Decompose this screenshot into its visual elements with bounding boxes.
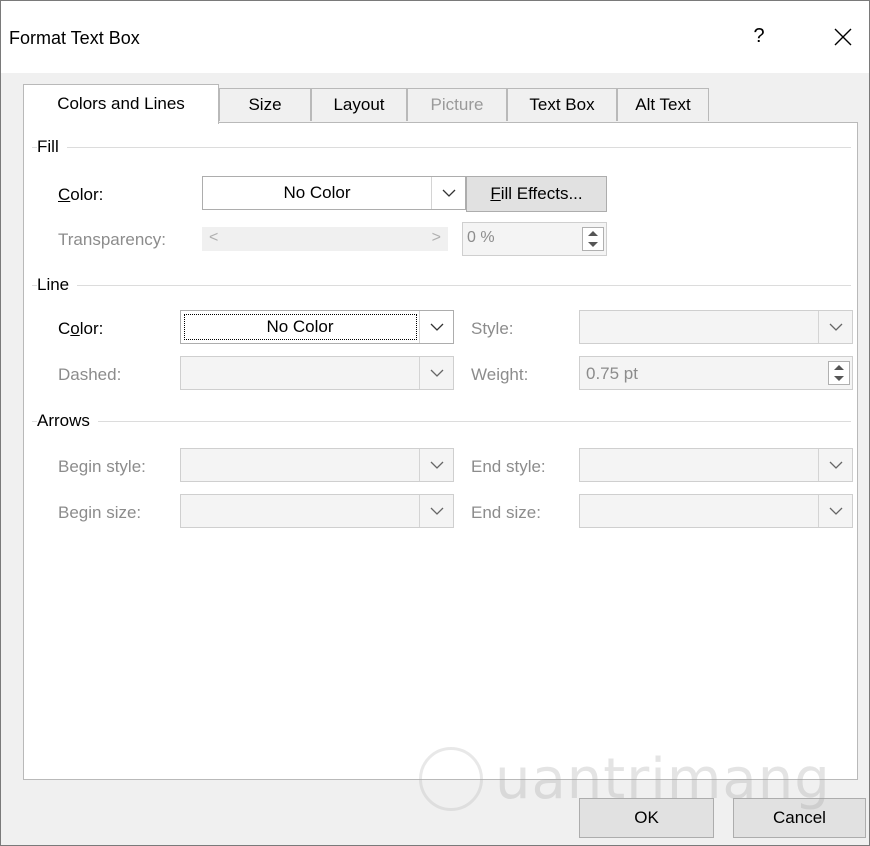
slider-left-arrow[interactable]: < — [209, 229, 218, 247]
end-style-select[interactable] — [579, 448, 853, 482]
watermark-text: uantrimang — [495, 747, 831, 812]
chevron-down-icon[interactable] — [419, 357, 453, 389]
tab-text-box[interactable]: Text Box — [507, 88, 617, 121]
transparency-spinner[interactable]: 0 % — [462, 222, 607, 256]
spin-arrows-icon[interactable] — [582, 227, 604, 251]
fill-color-value: No Color — [283, 183, 351, 202]
fill-divider — [32, 147, 851, 148]
line-color-label: Color: — [58, 319, 104, 338]
colors-and-lines-panel: Fill Color: No Color Fill Effects... Tra… — [23, 122, 858, 780]
slider-right-arrow[interactable]: > — [432, 229, 441, 247]
chevron-down-icon[interactable] — [419, 495, 453, 527]
end-size-select[interactable] — [579, 494, 853, 528]
spin-arrows-icon[interactable] — [828, 361, 850, 385]
format-text-box-dialog: Format Text Box ? Colors and Lines Size … — [0, 0, 870, 846]
chevron-down-icon[interactable] — [419, 449, 453, 481]
tab-colors-and-lines[interactable]: Colors and Lines — [23, 84, 219, 124]
weight-value: 0.75 pt — [586, 364, 638, 383]
chevron-down-icon[interactable] — [431, 177, 465, 209]
chevron-down-icon[interactable] — [818, 495, 852, 527]
dashed-select[interactable] — [180, 356, 454, 390]
end-style-label: End style: — [471, 457, 546, 476]
weight-spinner[interactable]: 0.75 pt — [579, 356, 853, 390]
begin-size-select[interactable] — [180, 494, 454, 528]
line-style-label: Style: — [471, 319, 514, 338]
close-icon[interactable] — [823, 19, 863, 55]
fill-group-label: Fill — [37, 137, 67, 157]
transparency-value: 0 % — [467, 229, 495, 246]
line-style-select[interactable] — [579, 310, 853, 344]
tab-layout[interactable]: Layout — [311, 88, 407, 121]
line-color-select[interactable]: No Color — [180, 310, 454, 344]
line-group-label: Line — [37, 275, 78, 295]
fill-color-label: Color: — [58, 185, 104, 204]
arrows-divider — [32, 421, 851, 422]
begin-style-label: Begin style: — [58, 457, 146, 476]
begin-style-select[interactable] — [180, 448, 454, 482]
chevron-down-icon[interactable] — [818, 449, 852, 481]
lightbulb-icon — [419, 747, 483, 811]
tab-picture[interactable]: Picture — [407, 88, 507, 121]
fill-effects-button[interactable]: Fill Effects... — [466, 176, 607, 212]
transparency-label: Transparency: — [58, 230, 167, 249]
dashed-label: Dashed: — [58, 365, 122, 384]
tab-size[interactable]: Size — [219, 88, 311, 121]
window-title: Format Text Box — [9, 28, 140, 48]
chevron-down-icon[interactable] — [818, 311, 852, 343]
tab-alt-text[interactable]: Alt Text — [617, 88, 709, 121]
line-divider — [32, 285, 851, 286]
transparency-slider[interactable]: < > — [202, 227, 448, 251]
arrows-group-label: Arrows — [37, 411, 98, 431]
end-size-label: End size: — [471, 503, 541, 522]
help-button[interactable]: ? — [749, 25, 769, 48]
fill-color-select[interactable]: No Color — [202, 176, 466, 210]
title-bar: Format Text Box ? — [1, 1, 869, 73]
line-color-value: No Color — [266, 317, 334, 336]
begin-size-label: Begin size: — [58, 503, 142, 522]
weight-label: Weight: — [471, 365, 529, 384]
chevron-down-icon[interactable] — [419, 311, 453, 343]
watermark: uantrimang — [413, 745, 830, 825]
